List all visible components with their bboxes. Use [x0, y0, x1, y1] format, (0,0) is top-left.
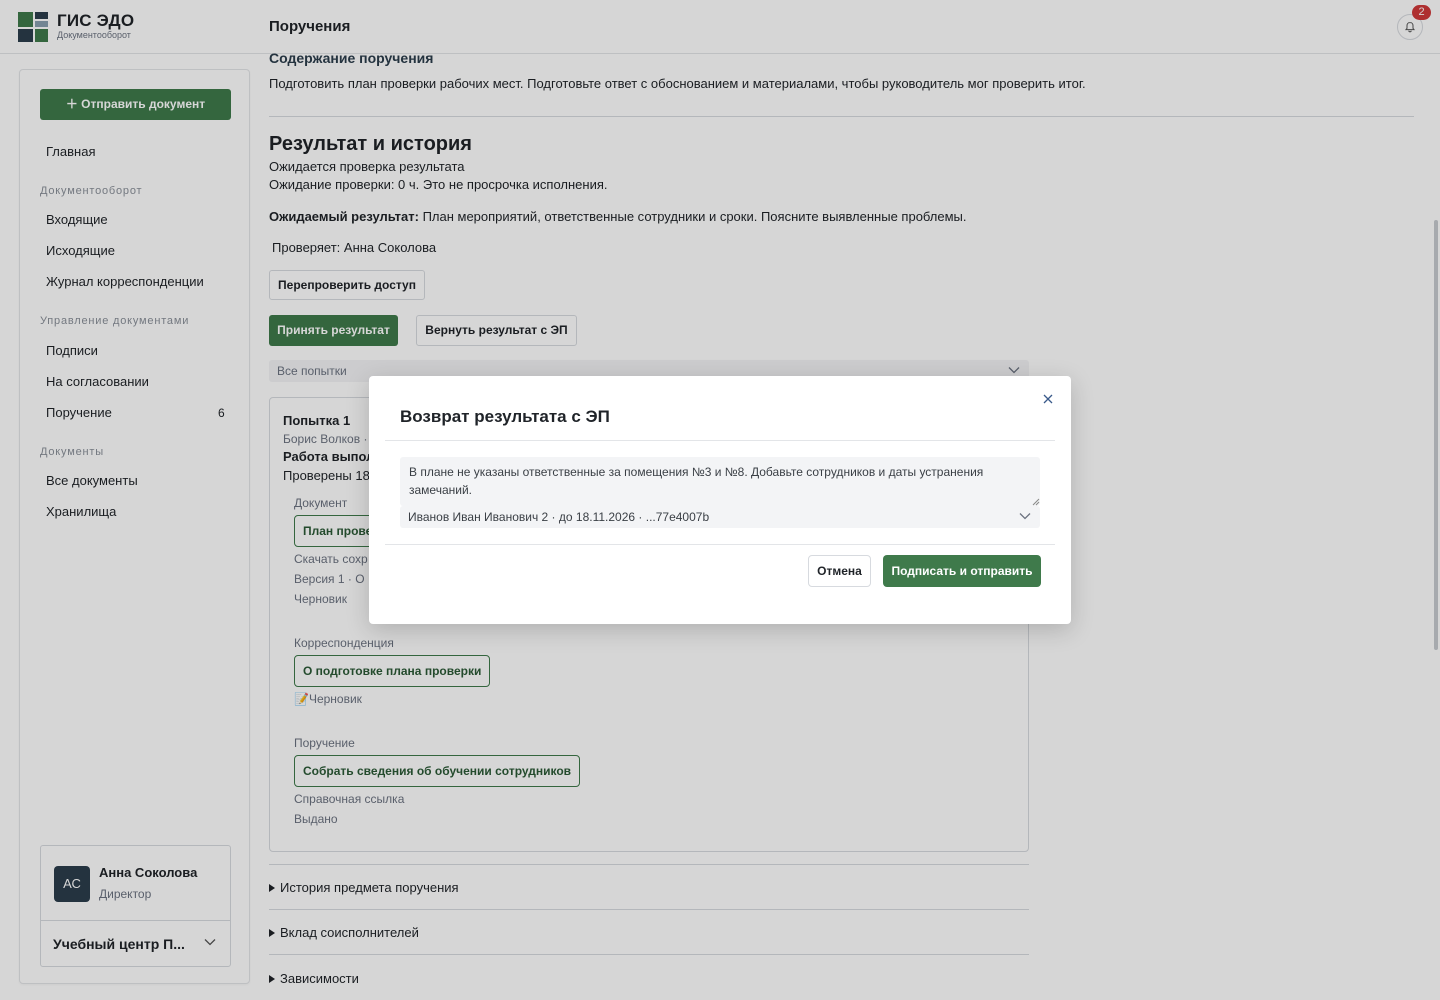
divider [385, 440, 1055, 441]
chevron-down-icon [1019, 513, 1031, 520]
resize-handle-icon[interactable] [1032, 498, 1040, 506]
modal-title: Возврат результата с ЭП [400, 407, 610, 426]
close-icon[interactable] [1041, 392, 1055, 406]
sign-and-send-button[interactable]: Подписать и отправить [883, 555, 1041, 587]
certificate-value: Иванов Иван Иванович 2 · до 18.11.2026 ·… [408, 510, 710, 524]
divider [385, 544, 1055, 545]
return-result-modal: Возврат результата с ЭП В плане не указа… [369, 376, 1071, 624]
comment-textarea[interactable]: В плане не указаны ответственные за поме… [400, 457, 1040, 506]
certificate-select[interactable]: Иванов Иван Иванович 2 · до 18.11.2026 ·… [400, 506, 1040, 528]
cancel-button[interactable]: Отмена [808, 555, 871, 587]
